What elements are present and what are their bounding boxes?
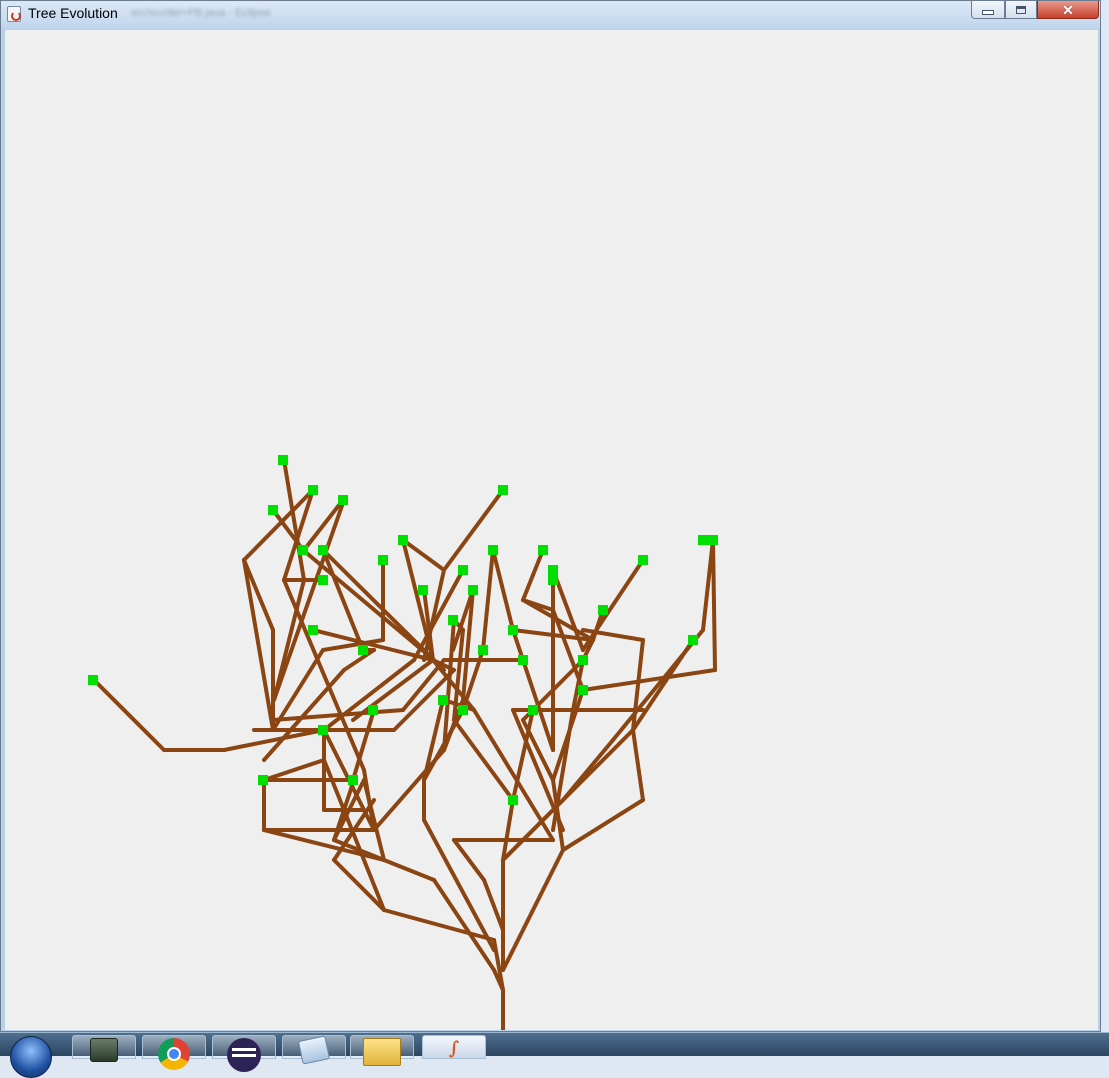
leaf-4 [498,485,508,495]
leaf-20 [598,605,608,615]
leaf-27 [518,655,528,665]
leaf-31 [438,695,448,705]
leaf-10 [488,545,498,555]
tree-branch-99 [521,548,545,602]
leaf-26 [358,645,368,655]
taskbar: ∫ [0,1032,1109,1078]
leaf-38 [508,795,518,805]
tree-branch-24 [581,668,717,692]
tree-branch-60 [242,558,275,732]
taskbar-chrome-button[interactable] [142,1035,206,1070]
tree-branch-14 [631,728,645,802]
tree-branch-23 [711,538,717,672]
leaf-32 [368,705,378,715]
leaf-36 [258,775,268,785]
window-title: Tree Evolution [28,5,118,21]
leaf-22 [308,625,318,635]
java-app-icon [7,6,21,22]
leaf-3 [268,505,278,515]
leaf-19 [708,535,718,545]
tree-branch-13 [561,798,645,852]
tree-branch-36 [481,548,495,652]
leaf-23 [508,625,518,635]
leaf-0 [278,455,288,465]
leaf-8 [378,555,388,565]
tree-branch-106 [491,548,515,632]
app-window: Tree Evolution src/src/del+PB.java - Ecl… [0,0,1101,1032]
leaf-33 [458,705,468,715]
leaf-24 [688,635,698,645]
leaf-25 [478,645,488,655]
title-bar[interactable]: Tree Evolution src/src/del+PB.java - Ecl… [1,1,1100,29]
tree-branch-75 [322,658,416,732]
leaf-18 [698,535,708,545]
chrome-icon [158,1038,190,1070]
tree-drawing [88,455,718,1030]
leaf-5 [298,545,308,555]
leaf-35 [318,725,328,735]
tree-branch-73 [92,678,166,752]
leaf-30 [578,685,588,695]
tree-branches [92,458,717,1030]
maximize-button[interactable] [1005,1,1037,19]
leaf-9 [318,575,328,585]
close-button[interactable]: ✕ [1037,1,1099,19]
eclipse-icon [227,1038,261,1072]
maximize-icon [1016,5,1026,14]
leaf-6 [318,545,328,555]
minimize-button[interactable] [971,1,1005,19]
drawing-canvas[interactable] [5,30,1098,1030]
tree-branch-8 [332,858,386,912]
taskbar-java-button[interactable]: ∫ [422,1035,486,1059]
java-icon: ∫ [448,1038,460,1059]
background-window-title: src/src/del+PB.java - Eclipse [131,7,271,19]
tree-branch-7 [382,908,496,942]
tree-branch-3 [382,858,436,882]
leaf-7 [398,535,408,545]
leaf-29 [88,675,98,685]
tree-branch-28 [452,838,486,882]
leaf-16 [418,585,428,595]
leaf-14 [458,565,468,575]
taskbar-folder-button[interactable] [350,1035,414,1066]
terminal-icon [90,1038,118,1062]
leaf-12 [548,565,558,575]
tree-branch-27 [482,878,505,932]
tree-branch-10 [501,848,565,972]
tree-branch-38 [262,828,386,862]
tree-branch-46 [372,748,446,832]
tree-branch-105 [511,628,555,752]
leaf-21 [448,615,458,625]
taskbar-terminal-button[interactable] [72,1035,136,1062]
leaf-1 [308,485,318,495]
taskbar-notepad-button[interactable] [282,1035,346,1065]
leaf-17 [638,555,648,565]
leaf-28 [578,655,588,665]
leaf-2 [338,495,348,505]
taskbar-eclipse-button[interactable] [212,1035,276,1072]
leaf-15 [468,585,478,595]
leaf-34 [528,705,538,715]
leaf-37 [348,775,358,785]
leaf-11 [538,545,548,555]
leaf-13 [548,575,558,585]
start-button[interactable] [10,1036,52,1078]
minimize-icon [982,10,994,15]
tree-branch-53 [262,758,326,782]
folder-icon [363,1038,401,1066]
tree-branch-113 [282,458,306,582]
notepad-icon [297,1035,331,1065]
close-icon: ✕ [1062,1,1074,18]
